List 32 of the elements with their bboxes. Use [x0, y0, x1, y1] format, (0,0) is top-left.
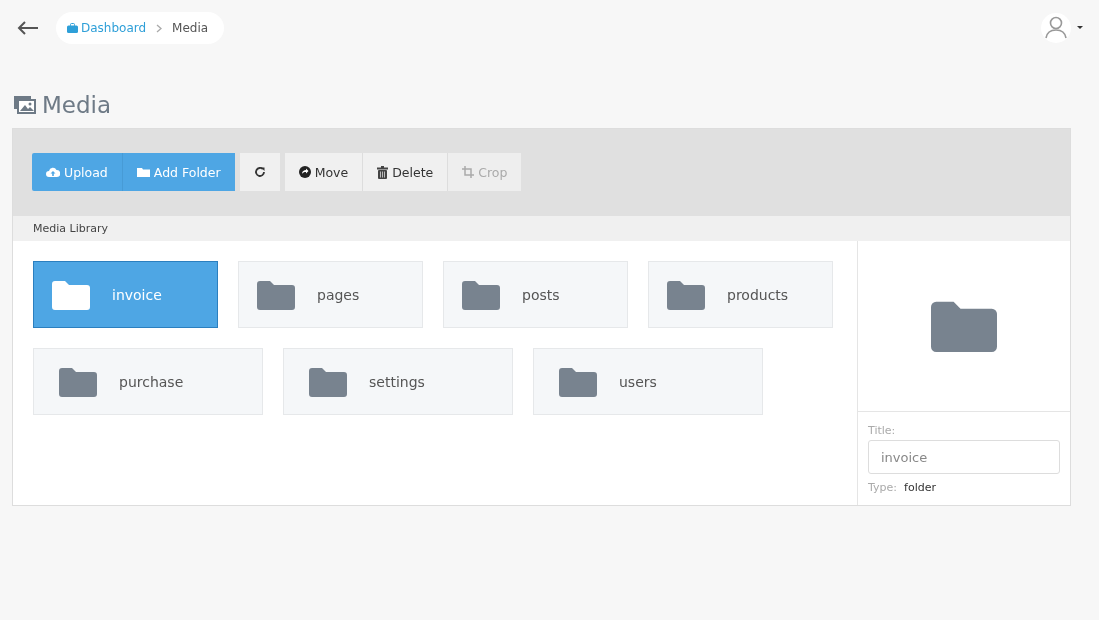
folder-icon [52, 279, 90, 310]
folder-item[interactable]: products [648, 261, 833, 328]
folder-item[interactable]: purchase [33, 348, 263, 415]
trash-icon [377, 165, 389, 179]
cloud-upload-icon [46, 167, 60, 177]
chevron-icon [156, 23, 163, 33]
title-input[interactable]: invoice [868, 440, 1060, 474]
refresh-icon [253, 166, 266, 178]
type-label: Type: [868, 481, 897, 494]
folder-icon [309, 366, 347, 397]
folder-icon [136, 167, 150, 177]
folder-item[interactable]: posts [443, 261, 628, 328]
type-value: folder [904, 481, 936, 494]
breadcrumb-current: Media [172, 21, 209, 35]
briefcase-icon [67, 23, 78, 33]
folder-icon [257, 279, 295, 310]
folder-icon [59, 366, 97, 397]
folder-item[interactable]: users [533, 348, 763, 415]
library-label: Media Library [33, 222, 108, 235]
images-icon [14, 96, 36, 114]
page-title: Media [42, 92, 112, 118]
arrow-circle-icon [298, 166, 311, 178]
folder-icon [559, 366, 597, 397]
delete-button[interactable]: Delete [362, 153, 448, 191]
folder-icon [462, 279, 500, 310]
folder-item[interactable]: settings [283, 348, 513, 415]
folder-item[interactable]: pages [238, 261, 423, 328]
move-button[interactable]: Move [284, 153, 363, 191]
crop-icon [462, 166, 475, 178]
title-label: Title: [868, 424, 897, 437]
refresh-button[interactable] [239, 153, 280, 191]
folder-icon [667, 279, 705, 310]
